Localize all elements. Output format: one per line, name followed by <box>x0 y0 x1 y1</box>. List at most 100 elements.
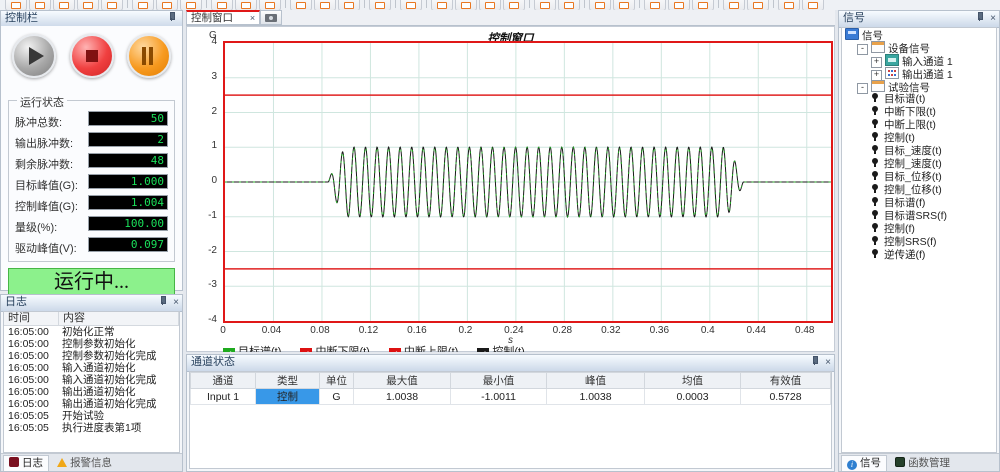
field-drive-peak: 驱动峰值(V): 0.097 <box>14 237 169 254</box>
y-tick-label: 2 <box>191 106 217 117</box>
col-min[interactable]: 最小值 <box>451 373 547 389</box>
tab-function-manager[interactable]: 函数管理 <box>890 456 955 471</box>
table-view-3-icon <box>485 2 495 9</box>
play-icon <box>29 47 44 65</box>
log-row[interactable]: 16:05:00输入通道初始化完成 <box>4 374 179 386</box>
tree-label: 目标谱(f) <box>884 197 925 209</box>
toolbar-separator <box>364 0 365 8</box>
document-tabbar: 控制窗口 × <box>186 10 835 26</box>
collapse-icon[interactable]: - <box>857 83 868 94</box>
close-icon[interactable]: × <box>173 297 179 309</box>
log-row[interactable]: 16:05:00控制参数初始化完成 <box>4 350 179 362</box>
cell-unit: G <box>320 389 354 405</box>
channel-row[interactable]: Input 1 控制 G 1.0038 -1.0011 1.0038 0.000… <box>191 389 831 405</box>
signal-panel-header: 信号 × <box>839 11 999 28</box>
tree-item-output-channel-1[interactable]: +输出通道 1 <box>842 67 996 80</box>
log-table: 时间 内容 16:05:00初始化正常 16:05:00控制参数初始化 16:0… <box>3 311 180 453</box>
stop-button[interactable] <box>70 34 114 78</box>
y-tick-label: 4 <box>191 36 217 47</box>
save-all-icon <box>107 2 117 9</box>
tree-group-device-signals[interactable]: -设备信号 <box>842 41 996 54</box>
col-type[interactable]: 类型 <box>256 373 320 389</box>
tree-item-inverse-transfer-f[interactable]: 逆传递(f) <box>842 249 996 262</box>
tree-item-control-srs-f[interactable]: 控制SRS(f) <box>842 236 996 249</box>
fit-height-icon <box>674 2 684 9</box>
close-icon[interactable]: × <box>990 13 996 25</box>
tree-item-control-f[interactable]: 控制(f) <box>842 223 996 236</box>
tree-item-abort-lower-t[interactable]: 中断下限(t) <box>842 106 996 119</box>
col-rms[interactable]: 有效值 <box>741 373 831 389</box>
tab-snapshot[interactable] <box>260 10 282 25</box>
log-row[interactable]: 16:05:00控制参数初始化 <box>4 338 179 350</box>
chart-view-1-icon <box>540 2 550 9</box>
channel-status-title: 通道状态 <box>191 356 235 368</box>
tree-item-target-spectrum-t[interactable]: 目标谱(t) <box>842 93 996 106</box>
log-row[interactable]: 16:05:00输入通道初始化 <box>4 362 179 374</box>
tree-item-target-displacement-t[interactable]: 目标_位移(t) <box>842 171 996 184</box>
log-col-content[interactable]: 内容 <box>59 312 179 325</box>
run-status-group: 运行状态 脉冲总数: 50 输出脉冲数: 2 剩余脉冲数: 48 目标峰值(G)… <box>8 100 175 262</box>
tree-item-control-t[interactable]: 控制(t) <box>842 132 996 145</box>
tab-signal[interactable]: i信号 <box>841 455 887 471</box>
log-row[interactable]: 16:05:05开始试验 <box>4 410 179 422</box>
play-button[interactable] <box>12 34 56 78</box>
globe-icon <box>375 2 385 9</box>
control-bar-body: 运行状态 脉冲总数: 50 输出脉冲数: 2 剩余脉冲数: 48 目标峰值(G)… <box>1 26 182 290</box>
close-icon[interactable]: × <box>825 357 831 369</box>
tab-log[interactable]: 日志 <box>3 455 49 471</box>
collapse-icon[interactable]: - <box>857 44 868 55</box>
y-tick-label: 3 <box>191 71 217 82</box>
tree-group-test-signals[interactable]: -试验信号 <box>842 80 996 93</box>
tree-root-signals[interactable]: 信号 <box>842 28 996 41</box>
pin-icon[interactable] <box>158 296 167 305</box>
col-unit[interactable]: 单位 <box>320 373 354 389</box>
signal-icon <box>871 132 881 142</box>
tree-item-target-spectrum-f[interactable]: 目标谱(f) <box>842 197 996 210</box>
tree-item-control-velocity-t[interactable]: 控制_速度(t) <box>842 158 996 171</box>
col-channel[interactable]: 通道 <box>191 373 256 389</box>
pin-icon[interactable] <box>167 12 176 21</box>
log-row[interactable]: 16:05:00初始化正常 <box>4 326 179 338</box>
table-view-2-icon <box>461 2 471 9</box>
page-setup-icon <box>186 2 196 9</box>
log-row[interactable]: 16:05:00输出通道初始化 <box>4 386 179 398</box>
remaining-pulses-value: 48 <box>88 153 168 168</box>
waveform-plot[interactable] <box>223 41 833 323</box>
tree-label: 逆传递(f) <box>884 249 925 261</box>
col-peak[interactable]: 峰值 <box>547 373 645 389</box>
tree-item-target-velocity-t[interactable]: 目标_速度(t) <box>842 145 996 158</box>
fit-width-icon <box>650 2 660 9</box>
toolbar-separator <box>584 0 585 8</box>
tab-label: 信号 <box>860 457 881 469</box>
col-mean[interactable]: 均值 <box>645 373 741 389</box>
tab-control-window[interactable]: 控制窗口 × <box>186 10 260 25</box>
tree-item-control-displacement-t[interactable]: 控制_位移(t) <box>842 184 996 197</box>
toolbar-separator <box>639 0 640 8</box>
link-window-add-icon <box>619 2 629 9</box>
toolbar-separator <box>426 0 427 8</box>
col-max[interactable]: 最大值 <box>354 373 451 389</box>
tree-item-target-srs-f[interactable]: 目标谱SRS(f) <box>842 210 996 223</box>
control-window-chart: 控制窗口 G -4-3-2-101234 00.040.080.120.160.… <box>186 26 835 352</box>
log-time: 16:05:05 <box>4 422 58 434</box>
field-label: 输出脉冲数: <box>15 135 73 151</box>
tree-item-input-channel-1[interactable]: +输入通道 1 <box>842 54 996 67</box>
log-col-time[interactable]: 时间 <box>4 312 59 325</box>
channel-status-panel: 通道状态 × 通道 类型 单位 最大值 最小值 峰值 均值 有效值 Input … <box>186 354 835 472</box>
input-channel-icon <box>885 54 899 66</box>
tree-item-abort-upper-t[interactable]: 中断上限(t) <box>842 119 996 132</box>
camera-icon <box>265 14 277 22</box>
close-icon[interactable]: × <box>250 12 255 24</box>
log-row[interactable]: 16:05:00输出通道初始化完成 <box>4 398 179 410</box>
toolbar-separator <box>529 0 530 8</box>
pause-button[interactable] <box>127 34 171 78</box>
log-icon <box>9 457 19 467</box>
log-row[interactable]: 16:05:05执行进度表第1项 <box>4 422 179 434</box>
tab-alarm-info[interactable]: 报警信息 <box>52 456 117 471</box>
pin-icon[interactable] <box>810 356 819 365</box>
pin-icon[interactable] <box>975 12 984 21</box>
drive-peak-value: 0.097 <box>88 237 168 252</box>
run-status-group-title: 运行状态 <box>17 94 67 110</box>
log-panel-tabstrip: 日志 报警信息 <box>1 453 182 471</box>
log-content: 控制参数初始化 <box>58 338 179 350</box>
